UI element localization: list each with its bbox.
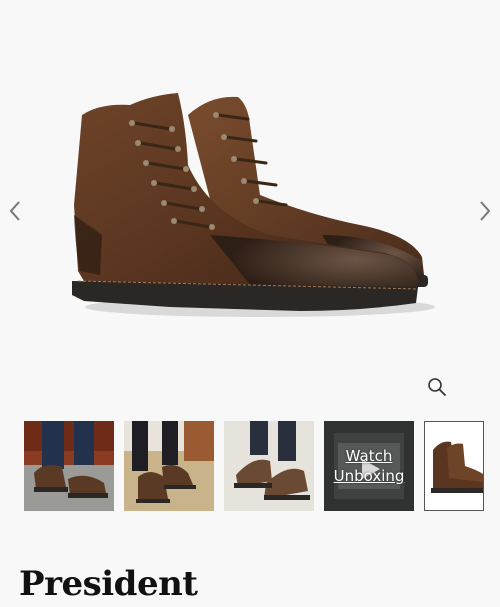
thumbnail-video-unboxing[interactable]: Watch Unboxing <box>324 421 414 511</box>
unboxing-label: Unboxing <box>333 467 405 485</box>
product-gallery <box>0 0 500 410</box>
thumbnail-lifestyle-standing[interactable] <box>224 421 314 511</box>
thumbnail-lifestyle-lacing[interactable] <box>124 421 214 511</box>
thumbnail-product-side[interactable] <box>424 421 484 511</box>
product-image <box>72 93 435 317</box>
thumbnail-lifestyle-brick[interactable] <box>24 421 114 511</box>
thumbnail-strip: Watch Unboxing <box>0 418 500 514</box>
chevron-left-icon[interactable] <box>3 197 27 225</box>
chevron-right-icon[interactable] <box>473 197 497 225</box>
magnifier-icon[interactable] <box>426 376 448 398</box>
watch-label: Watch <box>345 447 393 465</box>
watch-unboxing-label[interactable]: Watch Unboxing <box>324 421 414 511</box>
product-title: President <box>19 564 198 604</box>
